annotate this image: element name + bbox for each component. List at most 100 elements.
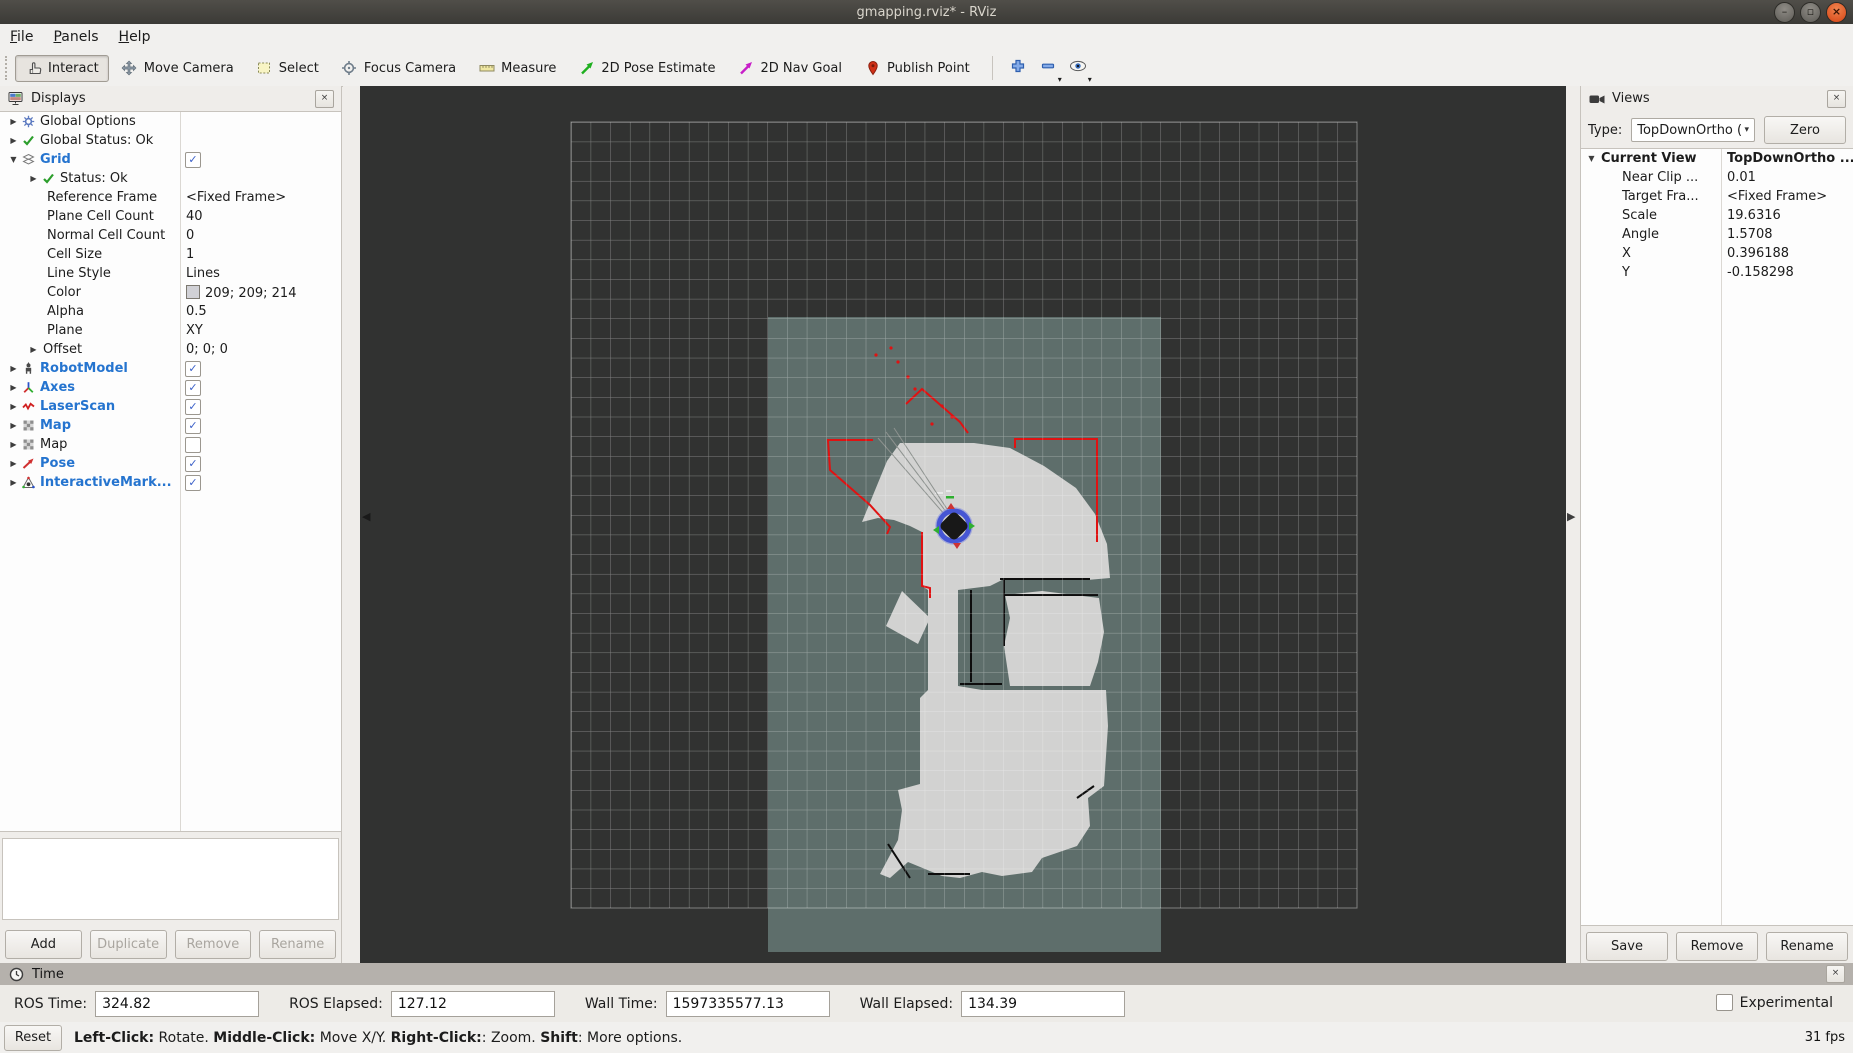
save-button[interactable]: Save <box>1586 932 1668 961</box>
row-global-status[interactable]: ▶ Global Status: Ok <box>0 131 341 150</box>
menu-help[interactable]: Help <box>109 26 161 48</box>
menu-file[interactable]: File <box>0 26 43 48</box>
move-camera-tool-button[interactable]: Move Camera <box>111 55 244 82</box>
experimental-checkbox[interactable] <box>1716 994 1733 1011</box>
row-global-options[interactable]: ▶ Global Options <box>0 112 341 131</box>
property-value[interactable]: 19.6316 <box>1727 208 1781 223</box>
ros-elapsed-input[interactable] <box>391 991 555 1017</box>
measure-tool-button[interactable]: Measure <box>468 55 566 82</box>
maximize-button[interactable]: ▫ <box>1800 2 1821 23</box>
row-x[interactable]: X 0.396188 <box>1581 244 1853 263</box>
remove-button[interactable]: Remove <box>175 930 252 959</box>
row-y[interactable]: Y -0.158298 <box>1581 263 1853 282</box>
ros-time-input[interactable] <box>95 991 259 1017</box>
expander-icon[interactable]: ▶ <box>7 478 20 487</box>
toolbar-drag-handle[interactable] <box>5 56 7 80</box>
visibility-tool-button[interactable] <box>1063 54 1093 82</box>
visibility-checkbox[interactable] <box>185 456 201 472</box>
collapse-left-arrow-icon[interactable]: ◀ <box>362 510 370 523</box>
row-angle[interactable]: Angle 1.5708 <box>1581 225 1853 244</box>
property-value[interactable]: 0.01 <box>1727 170 1756 185</box>
row-laserscan[interactable]: ▶ LaserScan <box>0 397 341 416</box>
visibility-checkbox[interactable] <box>185 437 201 453</box>
row-plane[interactable]: Plane XY <box>0 321 341 340</box>
row-scale[interactable]: Scale 19.6316 <box>1581 206 1853 225</box>
views-close-icon[interactable]: × <box>1827 90 1846 108</box>
row-near-clip[interactable]: Near Clip ... 0.01 <box>1581 168 1853 187</box>
property-value[interactable]: -0.158298 <box>1727 265 1794 280</box>
row-grid[interactable]: ▼ Grid <box>0 150 341 169</box>
row-offset[interactable]: ▶ Offset 0; 0; 0 <box>0 340 341 359</box>
row-plane-cell-count[interactable]: Plane Cell Count 40 <box>0 207 341 226</box>
displays-panel-header[interactable]: Displays × <box>0 86 341 111</box>
property-value[interactable]: <Fixed Frame> <box>186 190 286 205</box>
visibility-checkbox[interactable] <box>185 152 201 168</box>
row-cell-size[interactable]: Cell Size 1 <box>0 245 341 264</box>
zoom-out-button[interactable] <box>1033 54 1063 82</box>
wall-time-input[interactable] <box>666 991 830 1017</box>
row-color[interactable]: Color 209; 209; 214 <box>0 283 341 302</box>
view-type-dropdown[interactable]: TopDownOrtho ( <box>1631 118 1755 142</box>
add-button[interactable]: Add <box>5 930 82 959</box>
row-axes[interactable]: ▶ Axes <box>0 378 341 397</box>
expander-icon[interactable]: ▶ <box>27 345 40 354</box>
expander-icon[interactable]: ▶ <box>7 117 20 126</box>
remove-view-button[interactable]: Remove <box>1676 932 1758 961</box>
pose-estimate-tool-button[interactable]: 2D Pose Estimate <box>568 55 725 82</box>
displays-close-icon[interactable]: × <box>315 90 334 108</box>
row-reference-frame[interactable]: Reference Frame <Fixed Frame> <box>0 188 341 207</box>
visibility-checkbox[interactable] <box>185 475 201 491</box>
left-splitter[interactable] <box>343 86 360 963</box>
minimize-button[interactable]: – <box>1774 2 1795 23</box>
expander-icon[interactable]: ▶ <box>7 383 20 392</box>
3d-view-canvas[interactable] <box>360 86 1566 963</box>
focus-camera-tool-button[interactable]: Focus Camera <box>331 55 466 82</box>
property-value[interactable]: 40 <box>186 209 203 224</box>
wall-elapsed-input[interactable] <box>961 991 1125 1017</box>
row-current-view[interactable]: ▼ Current View TopDownOrtho ... <box>1581 149 1853 168</box>
expander-icon[interactable]: ▶ <box>7 136 20 145</box>
reset-button[interactable]: Reset <box>4 1025 62 1051</box>
row-map-2[interactable]: ▶ Map <box>0 435 341 454</box>
expander-icon[interactable]: ▶ <box>7 364 20 373</box>
row-grid-status[interactable]: ▶ Status: Ok <box>0 169 341 188</box>
rename-button[interactable]: Rename <box>259 930 336 959</box>
property-value[interactable]: 1.5708 <box>1727 227 1773 242</box>
row-robotmodel[interactable]: ▶ RobotModel <box>0 359 341 378</box>
expander-icon[interactable]: ▶ <box>7 440 20 449</box>
interact-tool-button[interactable]: Interact <box>15 55 109 82</box>
expander-icon[interactable]: ▶ <box>27 174 40 183</box>
row-map-1[interactable]: ▶ Map <box>0 416 341 435</box>
property-value[interactable]: 0; 0; 0 <box>186 342 228 357</box>
property-value[interactable]: 0.396188 <box>1727 246 1789 261</box>
property-value[interactable]: <Fixed Frame> <box>1727 189 1827 204</box>
time-close-icon[interactable]: × <box>1826 965 1845 983</box>
collapse-right-arrow-icon[interactable]: ▶ <box>1567 510 1575 523</box>
row-alpha[interactable]: Alpha 0.5 <box>0 302 341 321</box>
zero-button[interactable]: Zero <box>1764 116 1846 144</box>
views-panel-header[interactable]: Views × <box>1581 86 1853 111</box>
rename-view-button[interactable]: Rename <box>1766 932 1848 961</box>
visibility-checkbox[interactable] <box>185 399 201 415</box>
select-tool-button[interactable]: Select <box>246 55 329 82</box>
nav-goal-tool-button[interactable]: 2D Nav Goal <box>727 55 852 82</box>
menu-panels[interactable]: Panels <box>43 26 108 48</box>
property-value[interactable]: 1 <box>186 247 194 262</box>
zoom-in-button[interactable] <box>1003 54 1033 82</box>
publish-point-tool-button[interactable]: Publish Point <box>854 55 980 82</box>
row-normal-cell-count[interactable]: Normal Cell Count 0 <box>0 226 341 245</box>
visibility-checkbox[interactable] <box>185 418 201 434</box>
row-target-frame[interactable]: Target Fra... <Fixed Frame> <box>1581 187 1853 206</box>
property-value[interactable]: 0.5 <box>186 304 207 319</box>
expander-icon[interactable]: ▶ <box>7 402 20 411</box>
duplicate-button[interactable]: Duplicate <box>90 930 167 959</box>
right-splitter[interactable] <box>1566 86 1580 963</box>
visibility-checkbox[interactable] <box>185 380 201 396</box>
close-button[interactable]: × <box>1826 2 1847 23</box>
visibility-checkbox[interactable] <box>185 361 201 377</box>
property-value[interactable]: 0 <box>186 228 194 243</box>
expander-icon[interactable]: ▶ <box>7 421 20 430</box>
row-pose[interactable]: ▶ Pose <box>0 454 341 473</box>
row-interactive-markers[interactable]: ▶ InteractiveMark... <box>0 473 341 492</box>
property-value[interactable]: Lines <box>186 266 220 281</box>
